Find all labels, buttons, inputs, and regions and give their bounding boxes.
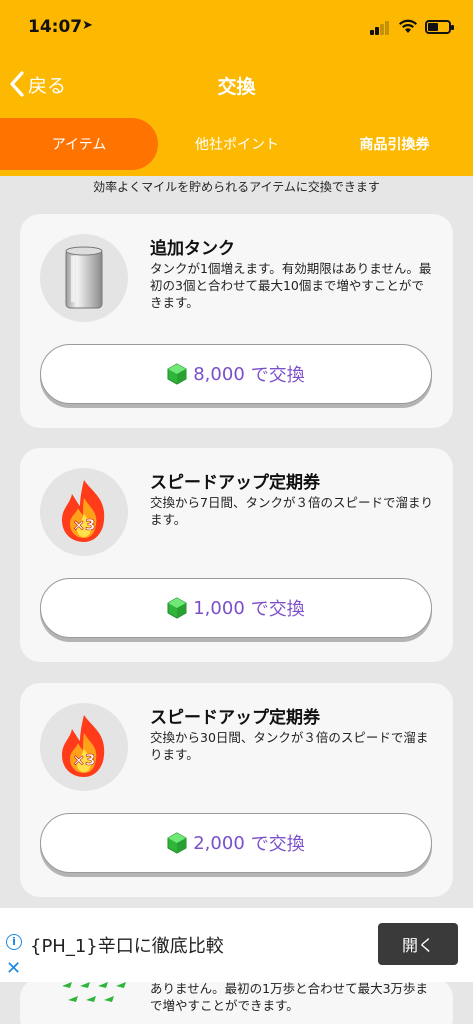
item-description: 交換から30日間、タンクが３倍のスピードで溜まります。 xyxy=(150,730,429,762)
item-thumbnail: ×3 xyxy=(40,468,128,556)
ad-banner: i {PH_1}辛口に徹底比較 開く ✕ xyxy=(0,908,473,982)
item-title: 追加タンク xyxy=(150,239,235,259)
nav-bar: 戻る 交換 xyxy=(0,56,473,114)
footprints-icon xyxy=(62,982,126,1002)
status-bar: 14:07 ➤ xyxy=(0,0,473,56)
item-card: 追加タンク タンクが1個増えます。有効期限はありません。最初の3個と合わせて最大… xyxy=(20,214,453,428)
intro-text: 効率よくマイルを貯められるアイテムに交換できます xyxy=(93,180,380,194)
tab-other-points[interactable]: 他社ポイント xyxy=(158,118,316,170)
fire-x3-icon: ×3 xyxy=(62,480,105,542)
location-arrow-icon: ➤ xyxy=(82,18,93,33)
gem-icon xyxy=(167,363,187,385)
cellular-signal-icon xyxy=(370,21,390,35)
battery-icon xyxy=(425,20,454,34)
item-card: ×3 スピードアップ定期券 交換から30日間、タンクが３倍のスピードで溜まります… xyxy=(20,683,453,897)
partial-card-wrapper: ありません。最初の1万歩と合わせて最大3万歩まで増やすことができます。 xyxy=(0,982,473,1024)
close-icon[interactable]: ✕ xyxy=(6,958,21,979)
exchange-button[interactable]: 2,000 で交換 xyxy=(40,813,432,873)
ad-text[interactable]: {PH_1}辛口に徹底比較 xyxy=(30,932,224,958)
ad-open-button[interactable]: 開く xyxy=(378,923,458,965)
info-icon[interactable]: i xyxy=(6,934,22,950)
fire-x3-icon: ×3 xyxy=(62,715,105,777)
app-header: 14:07 ➤ 戻る 交換 アイテム 他社ポイント 商品引換券 xyxy=(0,0,473,176)
wifi-icon xyxy=(399,19,417,33)
exchange-button[interactable]: 1,000 で交換 xyxy=(40,578,432,638)
tab-vouchers[interactable]: 商品引換券 xyxy=(316,118,473,170)
item-card: ×3 スピードアップ定期券 交換から7日間、タンクが３倍のスピードで溜まります。… xyxy=(20,448,453,662)
svg-text:×3: ×3 xyxy=(72,516,95,534)
exchange-price: 8,000 xyxy=(193,363,245,385)
exchange-label: で交換 xyxy=(250,599,305,620)
exchange-button[interactable]: 8,000 で交換 xyxy=(40,344,432,404)
item-title: スピードアップ定期券 xyxy=(150,473,320,493)
status-time: 14:07 xyxy=(28,17,83,37)
exchange-label: で交換 xyxy=(250,834,305,855)
item-title: スピードアップ定期券 xyxy=(150,708,320,728)
item-thumbnail xyxy=(40,234,128,322)
svg-text:×3: ×3 xyxy=(72,751,95,769)
exchange-price: 2,000 xyxy=(193,832,245,854)
page-title: 交換 xyxy=(217,76,256,98)
item-list: 効率よくマイルを貯められるアイテムに交換できます 追加タンク タンクが1個増えま… xyxy=(0,176,473,908)
exchange-label: で交換 xyxy=(250,365,305,386)
gem-icon xyxy=(167,597,187,619)
tab-bar: アイテム 他社ポイント 商品引換券 xyxy=(0,118,473,170)
item-card: ありません。最初の1万歩と合わせて最大3万歩まで増やすことができます。 xyxy=(20,982,453,1024)
tank-icon xyxy=(65,246,103,309)
exchange-price: 1,000 xyxy=(193,597,245,619)
gem-icon xyxy=(167,832,187,854)
tab-items[interactable]: アイテム xyxy=(0,118,158,170)
item-description: タンクが1個増えます。有効期限はありません。最初の3個と合わせて最大10個まで増… xyxy=(150,261,432,310)
item-description: ありません。最初の1万歩と合わせて最大3万歩まで増やすことができます。 xyxy=(150,982,429,1013)
item-thumbnail: ×3 xyxy=(40,703,128,791)
item-description: 交換から7日間、タンクが３倍のスピードで溜まります。 xyxy=(150,495,433,527)
